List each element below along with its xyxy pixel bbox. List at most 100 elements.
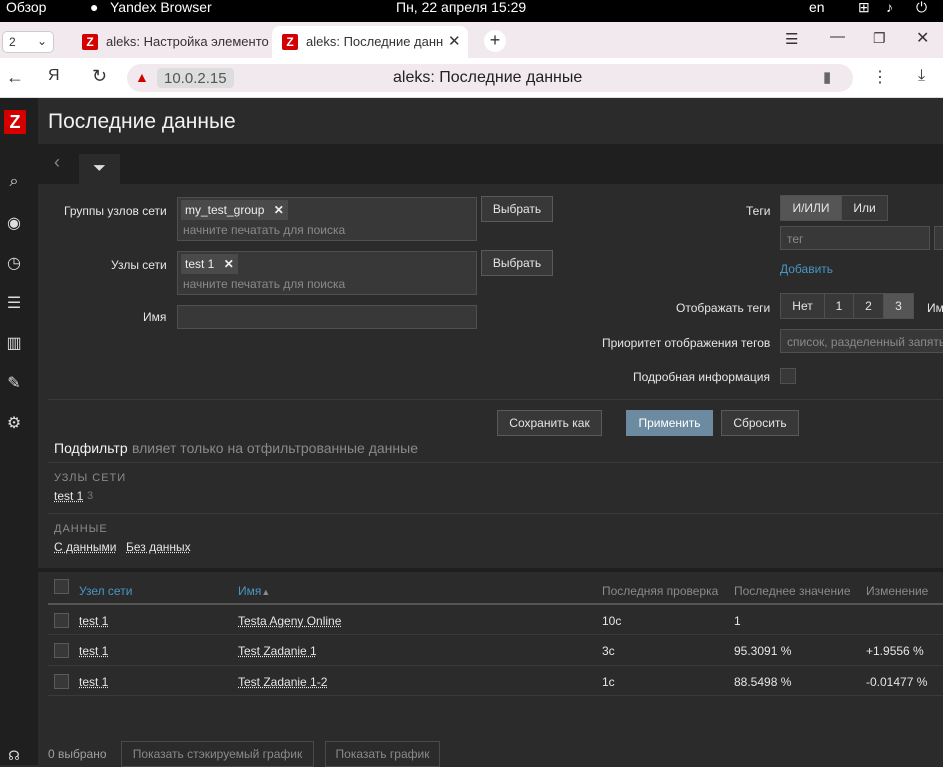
show-graph-button[interactable]: Показать график (325, 741, 440, 767)
host-groups-multiselect[interactable]: my_test_group ✕ начните печатать для пои… (177, 197, 477, 241)
tags-or-toggle[interactable]: Или (841, 195, 888, 221)
stacked-graph-button[interactable]: Показать стэкируемый график (121, 741, 314, 767)
row-host-link[interactable]: test 1 (79, 644, 108, 658)
row-checkbox[interactable] (54, 613, 69, 628)
tab-settings[interactable]: Z aleks: Настройка элементо (72, 26, 272, 58)
filter-tab[interactable]: ⏷ (79, 154, 120, 184)
url-host[interactable]: 10.0.2.15 (157, 68, 234, 88)
host-groups-select-button[interactable]: Выбрать (481, 196, 553, 222)
reload-icon[interactable]: ↻ (92, 66, 107, 87)
yandex-icon[interactable]: Я (48, 67, 60, 85)
apply-button[interactable]: Применить (626, 410, 713, 436)
overview-label[interactable]: Обзор (6, 0, 46, 14)
row-host-link[interactable]: test 1 (79, 614, 108, 628)
show-tags-none[interactable]: Нет (780, 293, 825, 319)
search-icon[interactable]: ⌕ (4, 172, 24, 192)
select-all-checkbox[interactable] (54, 579, 69, 594)
row-item-name[interactable]: Test Zadanie 1-2 (238, 675, 327, 689)
column-last-check[interactable]: Последняя проверка (602, 584, 718, 598)
subfilter-host-count: 3 (87, 490, 94, 502)
more-icon[interactable]: ⋮ (872, 67, 888, 87)
tag-operator-select[interactable] (934, 226, 943, 250)
bookmark-icon[interactable]: ▮ (823, 68, 831, 86)
details-checkbox[interactable] (780, 368, 796, 384)
row-checkbox[interactable] (54, 674, 69, 689)
row-change: +1.9556 % (866, 644, 924, 658)
collapse-arrow-icon[interactable]: ‹ (54, 152, 60, 173)
subfilter-hint: влияет только на отфильтрованные данные (132, 440, 418, 456)
add-tag-link[interactable]: Добавить (780, 262, 833, 276)
row-host-link[interactable]: test 1 (79, 675, 108, 689)
inventory-list-icon[interactable]: ☰ (4, 294, 24, 314)
tag-priority-input[interactable]: список, разделенный запятыми (780, 329, 943, 353)
datetime[interactable]: Пн, 22 апреля 15:29 (396, 0, 526, 14)
subfilter-divider (48, 462, 943, 463)
system-top-bar: Обзор ● Yandex Browser Пн, 22 апреля 15:… (0, 0, 943, 22)
table-footer: 0 выбрано Показать стэкируемый график По… (38, 732, 943, 767)
column-last-value[interactable]: Последнее значение (734, 584, 851, 598)
administration-gear-icon[interactable]: ⚙ (4, 414, 24, 434)
hosts-label: Узлы сети (111, 258, 167, 272)
remove-chip-icon[interactable]: ✕ (224, 257, 234, 271)
hosts-multiselect[interactable]: test 1 ✕ начните печатать для поиска (177, 251, 477, 295)
browser-app-icon: ● (90, 0, 99, 15)
show-tags-1[interactable]: 1 (824, 293, 854, 319)
row-change: -0.01477 % (866, 675, 928, 689)
download-icon[interactable]: ⤓ (918, 67, 925, 85)
zabbix-favicon-icon: Z (82, 34, 98, 50)
close-window-icon[interactable]: ✕ (916, 28, 929, 48)
subfilter-data-heading: ДАННЫЕ (54, 523, 108, 535)
column-change[interactable]: Изменение (866, 584, 928, 598)
support-headset-icon[interactable]: ☊ (4, 746, 24, 766)
close-tab-icon[interactable]: ✕ (448, 32, 461, 50)
selected-count: 0 выбрано (48, 747, 107, 761)
new-tab-icon[interactable]: + (484, 30, 506, 52)
tab-strip: 2 ⌄ Z aleks: Настройка элементо Z aleks:… (0, 22, 943, 58)
row-last-check: 10с (602, 614, 622, 628)
zabbix-logo[interactable]: Z (4, 110, 26, 134)
reset-button[interactable]: Сбросить (721, 410, 799, 436)
language-indicator[interactable]: en (809, 0, 825, 14)
back-icon[interactable]: ← (6, 67, 24, 88)
url-box[interactable]: ▲ 10.0.2.15 aleks: Последние данные ▮ (127, 64, 853, 92)
show-tags-3[interactable]: 3 (883, 293, 914, 319)
configuration-wrench-icon[interactable]: ✎ (4, 374, 24, 394)
volume-icon[interactable]: ♪ (886, 0, 893, 14)
column-name[interactable]: Имя▲ (238, 584, 270, 598)
hosts-placeholder: начните печатать для поиска (183, 277, 346, 291)
minimize-icon[interactable]: — (830, 28, 845, 45)
menu-icon[interactable]: ☰ (785, 30, 798, 48)
row-last-check: 1с (602, 675, 615, 689)
tag-input[interactable]: тег (780, 226, 930, 250)
show-tags-2[interactable]: 2 (853, 293, 884, 319)
warning-icon[interactable]: ▲ (135, 69, 149, 85)
save-as-button[interactable]: Сохранить как (497, 410, 602, 436)
subfilter-host-link[interactable]: test 1 (54, 489, 83, 503)
tags-label: Теги (746, 204, 771, 218)
table-row: test 1 Testa Ageny Online 10с 1 (48, 603, 943, 634)
tab-latest-data[interactable]: Z aleks: Последние данн ✕ (272, 26, 468, 58)
restore-icon[interactable]: ❐ (873, 30, 886, 47)
hosts-select-button[interactable]: Выбрать (481, 250, 553, 276)
network-icon[interactable]: ⊞ (858, 0, 870, 14)
name-input[interactable] (177, 305, 477, 329)
remove-chip-icon[interactable]: ✕ (274, 203, 284, 217)
chevron-down-icon: ⌄ (37, 34, 48, 48)
address-bar: ← Я ↻ ▲ 10.0.2.15 aleks: Последние данны… (0, 58, 943, 98)
power-icon[interactable]: ⏻ (916, 0, 927, 14)
filter-panel: Группы узлов сети my_test_group ✕ начнит… (48, 184, 943, 568)
with-data-link[interactable]: С данными (54, 540, 117, 554)
sort-asc-icon: ▲ (261, 587, 271, 597)
row-item-name[interactable]: Test Zadanie 1 (238, 644, 317, 658)
reports-chart-icon[interactable]: ▥ (4, 334, 24, 354)
row-item-name[interactable]: Testa Ageny Online (238, 614, 341, 628)
tab-counter[interactable]: 2 ⌄ (2, 31, 54, 53)
tags-and-or-toggle[interactable]: И/ИЛИ (780, 195, 842, 221)
main-content: Последние данные ‹ ⏷ Группы узлов сети m… (38, 98, 943, 767)
monitoring-eye-icon[interactable]: ◉ (4, 214, 24, 234)
subfilter-title: Подфильтр (54, 440, 128, 456)
services-stopwatch-icon[interactable]: ◷ (4, 254, 24, 274)
without-data-link[interactable]: Без данных (126, 540, 191, 554)
column-host[interactable]: Узел сети (79, 584, 132, 598)
row-checkbox[interactable] (54, 643, 69, 658)
